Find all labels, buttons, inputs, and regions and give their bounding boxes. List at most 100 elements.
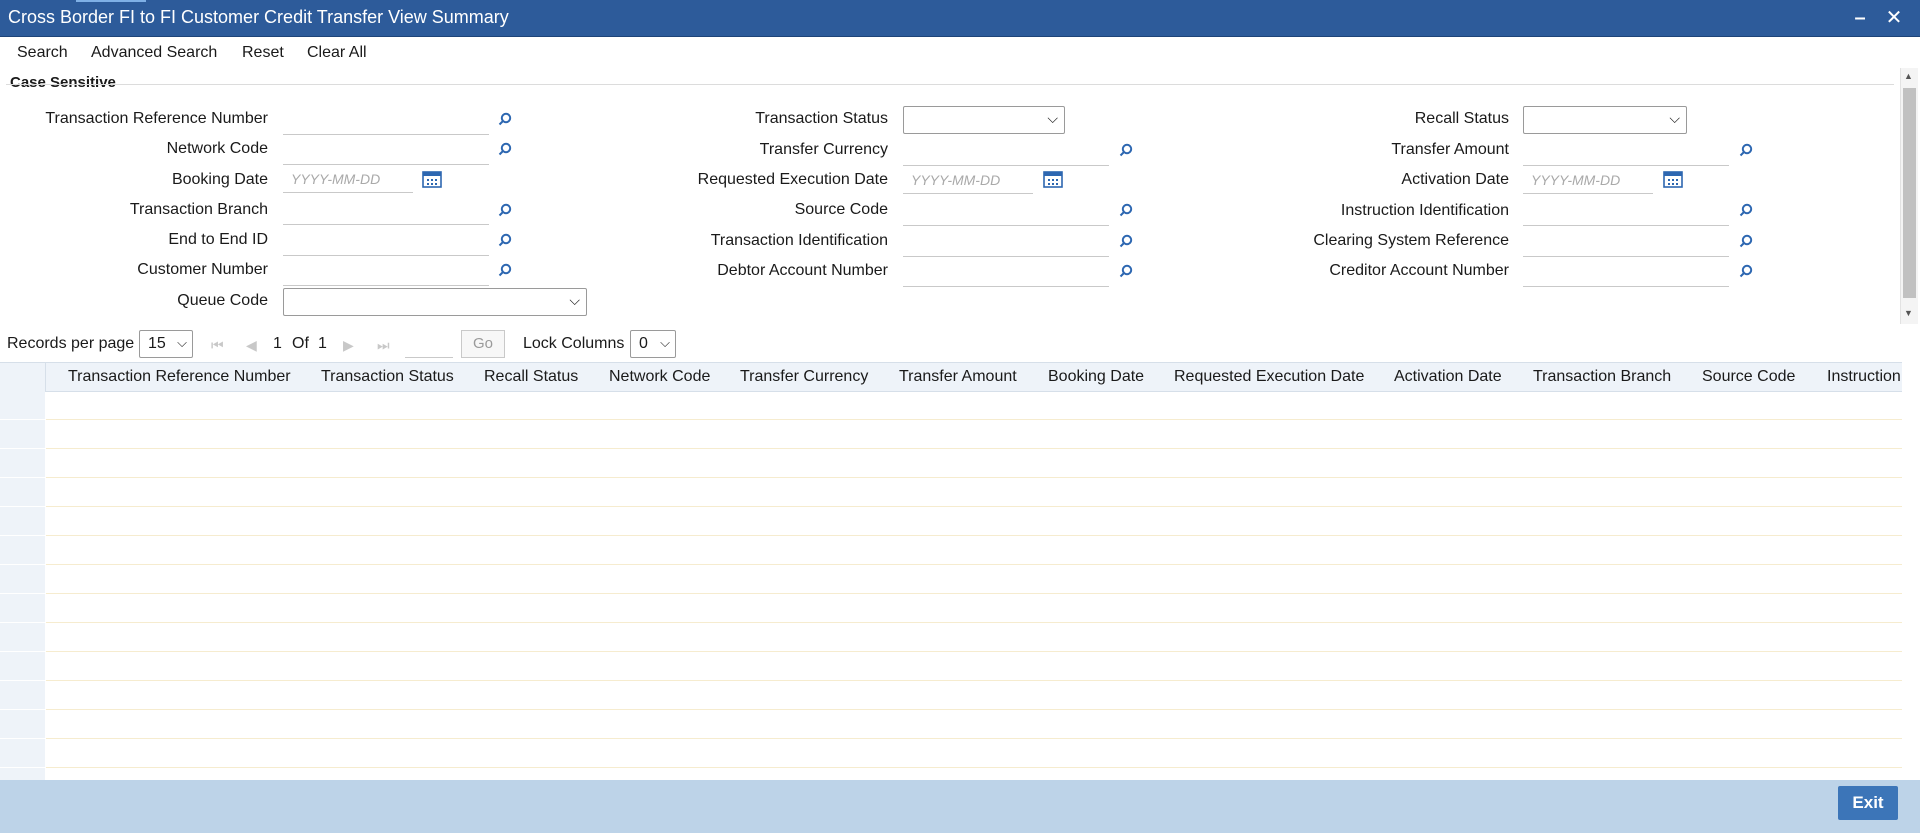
search-icon[interactable] [1739, 143, 1753, 157]
row-selector[interactable] [0, 681, 45, 710]
transaction-branch-input[interactable] [283, 196, 489, 225]
column-header[interactable]: Recall Status [484, 368, 578, 386]
chevron-down-icon: ⌵ [660, 335, 670, 350]
column-header[interactable]: Transfer Amount [899, 368, 1017, 386]
network-code-input[interactable] [283, 136, 489, 165]
search-button[interactable]: Search [17, 44, 68, 62]
booking-date-input[interactable]: YYYY-MM-DD [283, 166, 413, 193]
reset-button[interactable]: Reset [242, 44, 284, 62]
source-code-input[interactable] [903, 197, 1109, 226]
calendar-icon[interactable] [1043, 170, 1063, 188]
requested-execution-date-input[interactable]: YYYY-MM-DD [903, 167, 1033, 194]
search-icon[interactable] [1739, 203, 1753, 217]
activation-date-input[interactable]: YYYY-MM-DD [1523, 167, 1653, 194]
instruction-identification-input[interactable] [1523, 197, 1729, 226]
transaction-status-select[interactable]: ⌵ [903, 106, 1065, 134]
search-icon[interactable] [1119, 234, 1133, 248]
clearing-system-reference-input[interactable] [1523, 228, 1729, 257]
transaction-reference-number-input[interactable] [283, 106, 489, 135]
search-icon[interactable] [498, 112, 512, 126]
column-header[interactable]: Network Code [609, 368, 710, 386]
column-header[interactable]: Activation Date [1394, 368, 1502, 386]
scroll-down-icon[interactable]: ▼ [1904, 308, 1913, 318]
column-header[interactable]: Transaction Status [321, 368, 454, 386]
toolbar: Search Advanced Search Reset Clear All [0, 37, 1920, 69]
chevron-down-icon: ⌵ [1047, 110, 1058, 126]
next-page-icon[interactable]: ▶ [343, 337, 354, 354]
queue-code-label: Queue Code [177, 292, 268, 309]
search-icon[interactable] [1119, 264, 1133, 278]
page-number-input[interactable] [405, 330, 453, 358]
search-icon[interactable] [498, 203, 512, 217]
lock-columns-select[interactable]: 0 ⌵ [630, 330, 676, 358]
records-per-page-select[interactable]: 15 ⌵ [139, 330, 193, 358]
row-selector[interactable] [0, 507, 45, 536]
recall-status-select[interactable]: ⌵ [1523, 106, 1687, 134]
first-page-icon[interactable]: ⏮ [211, 337, 224, 354]
search-icon[interactable] [1119, 143, 1133, 157]
end-to-end-id-input[interactable] [283, 227, 489, 256]
booking-date-label: Booking Date [171, 171, 268, 188]
search-icon[interactable] [498, 142, 512, 156]
records-per-page-label: Records per page [7, 335, 135, 352]
transaction-reference-number-label: Transaction Reference Number [45, 110, 268, 127]
row-selector[interactable] [0, 536, 45, 565]
row-selector[interactable] [0, 478, 45, 507]
advanced-search-button[interactable]: Advanced Search [91, 44, 217, 62]
results-grid-body [0, 391, 1902, 826]
search-icon[interactable] [1739, 234, 1753, 248]
queue-code-select[interactable]: ⌵ [283, 288, 587, 316]
minimize-icon[interactable]: – [1848, 6, 1872, 30]
customer-number-input[interactable] [283, 257, 489, 286]
column-header[interactable]: Transaction Branch [1533, 368, 1671, 386]
clearing-system-reference-label: Clearing System Reference [1313, 232, 1509, 249]
calendar-icon[interactable] [1663, 170, 1683, 188]
search-icon[interactable] [498, 233, 512, 247]
column-header[interactable]: Requested Execution Date [1174, 368, 1364, 386]
row-selector[interactable] [0, 449, 45, 478]
table-row [46, 535, 1902, 536]
column-header[interactable]: Instruction [1827, 368, 1901, 386]
table-row [46, 419, 1902, 420]
network-code-label: Network Code [166, 140, 268, 157]
row-selector[interactable] [0, 739, 45, 768]
total-pages: 1 [318, 335, 327, 352]
row-selector[interactable] [0, 391, 45, 420]
search-icon[interactable] [1739, 264, 1753, 278]
row-selector[interactable] [0, 710, 45, 739]
debtor-account-number-input[interactable] [903, 258, 1109, 287]
close-icon[interactable]: ✕ [1882, 6, 1906, 30]
current-page: 1 [273, 335, 282, 352]
creditor-account-number-label: Creditor Account Number [1329, 262, 1509, 279]
criteria-scrollbar[interactable]: ▲ ▼ [1900, 68, 1918, 324]
row-selector[interactable] [0, 565, 45, 594]
column-header[interactable]: Source Code [1702, 368, 1795, 386]
transfer-currency-input[interactable] [903, 137, 1109, 166]
creditor-account-number-input[interactable] [1523, 258, 1729, 287]
instruction-identification-label: Instruction Identification [1340, 202, 1509, 219]
row-selector[interactable] [0, 594, 45, 623]
search-icon[interactable] [498, 263, 512, 277]
column-header[interactable]: Transfer Currency [740, 368, 868, 386]
column-header[interactable]: Transaction Reference Number [68, 368, 291, 386]
last-page-icon[interactable]: ⏭ [377, 337, 390, 354]
row-selector[interactable] [0, 420, 45, 449]
select-all-cell[interactable] [0, 363, 46, 391]
search-icon[interactable] [1119, 203, 1133, 217]
column-header[interactable]: Booking Date [1048, 368, 1144, 386]
table-row [46, 506, 1902, 507]
previous-page-icon[interactable]: ◀ [246, 337, 257, 354]
scroll-up-icon[interactable]: ▲ [1904, 71, 1913, 81]
scrollbar-thumb[interactable] [1903, 88, 1916, 298]
table-row [46, 593, 1902, 594]
clear-all-button[interactable]: Clear All [307, 44, 367, 62]
recall-status-label: Recall Status [1414, 110, 1509, 127]
transfer-amount-input[interactable] [1523, 137, 1729, 166]
calendar-icon[interactable] [422, 170, 442, 188]
table-row [46, 767, 1902, 768]
transaction-identification-input[interactable] [903, 228, 1109, 257]
go-button[interactable]: Go [461, 330, 505, 358]
exit-button[interactable]: Exit [1838, 786, 1898, 820]
row-selector[interactable] [0, 652, 45, 681]
row-selector[interactable] [0, 623, 45, 652]
